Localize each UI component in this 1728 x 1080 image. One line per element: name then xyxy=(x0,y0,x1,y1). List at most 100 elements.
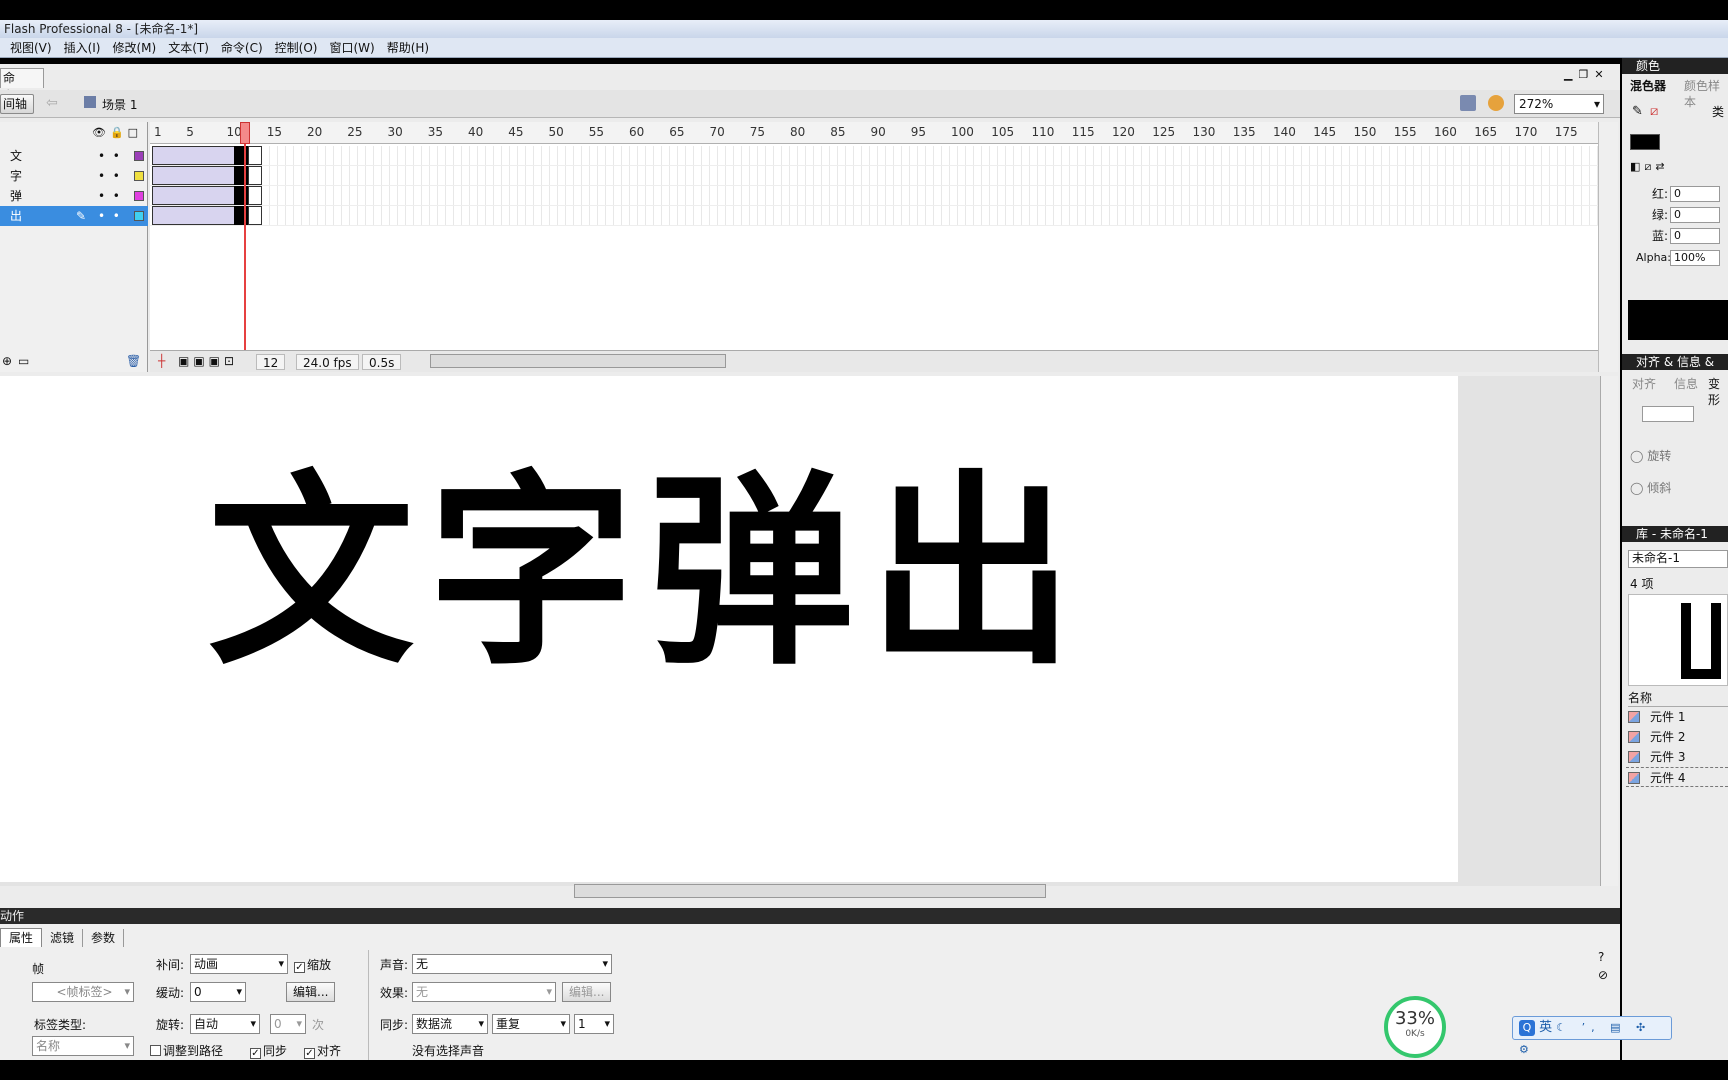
green-input[interactable]: 0 xyxy=(1670,207,1720,223)
menu-view[interactable]: 视图(V) xyxy=(4,38,58,58)
timeline-toggle-button[interactable]: 间轴 xyxy=(0,94,34,114)
scene-name[interactable]: 场景 1 xyxy=(102,96,137,113)
stage-text[interactable]: 文字弹出 xyxy=(208,470,1088,676)
center-frame-icon[interactable]: ┼ xyxy=(158,354,165,368)
eye-icon[interactable]: 👁 xyxy=(92,126,110,139)
layer-row[interactable]: 文 • • xyxy=(0,146,148,166)
swap-colors-icon[interactable]: ◧⧄⇄ xyxy=(1630,160,1669,174)
ruler-tick-label: 95 xyxy=(910,125,926,139)
effect-select[interactable]: 无 xyxy=(412,982,556,1002)
library-column-header[interactable]: 名称 xyxy=(1628,690,1728,707)
stage-hscrollbar[interactable] xyxy=(574,884,1046,898)
ime-toolbar[interactable]: Q 英 ☾ ’, ▤ ✣ ⚙ xyxy=(1512,1016,1672,1056)
library-doc-select[interactable]: 未命名-1 xyxy=(1628,550,1728,568)
repeat-select[interactable]: 重复 xyxy=(492,1014,570,1034)
no-color-icon[interactable]: ⧄ xyxy=(1650,104,1658,119)
menu-text[interactable]: 文本(T) xyxy=(162,38,215,58)
delete-layer-icon[interactable]: 🗑 xyxy=(126,354,141,368)
width-input[interactable] xyxy=(1642,406,1694,422)
frame-ruler[interactable]: 1 5 10 15 20 25 30 35 40 45 50 55 60 65 70 75 80 85 90 95 10… xyxy=(150,122,1598,144)
red-input[interactable]: 0 xyxy=(1670,186,1720,202)
sound-select[interactable]: 无 xyxy=(412,954,612,974)
snap-checkbox[interactable]: ✓ 对齐 xyxy=(304,1042,341,1059)
tab-align[interactable]: 对齐 xyxy=(1632,376,1656,392)
timeline-status-bar: ┼ ▣▣▣⊡ 12 24.0 fps 0.5s xyxy=(150,350,1598,372)
zoom-select[interactable]: 272% ▾ xyxy=(1514,94,1604,114)
edit-symbol-icon[interactable] xyxy=(1488,95,1504,111)
actions-panel-header[interactable]: 动作 xyxy=(0,908,1620,924)
layer-row[interactable]: 弹 • • xyxy=(0,186,148,206)
playhead[interactable] xyxy=(244,122,246,350)
ime-language[interactable]: 英 xyxy=(1539,1020,1552,1035)
menu-help[interactable]: 帮助(H) xyxy=(381,38,435,58)
tab-info[interactable]: 信息 xyxy=(1674,376,1698,392)
rotate-select[interactable]: 自动 xyxy=(190,1014,260,1034)
tab-properties[interactable]: 属性 xyxy=(0,928,43,947)
minimize-icon[interactable]: ▁ xyxy=(1564,68,1578,81)
playhead-handle[interactable] xyxy=(240,122,250,144)
timeline-scrollbar[interactable] xyxy=(430,354,726,368)
frame-row[interactable] xyxy=(150,166,1598,186)
frame-row[interactable] xyxy=(150,146,1598,166)
blue-input[interactable]: 0 xyxy=(1670,228,1720,244)
repeat-count-input[interactable]: 1 xyxy=(574,1014,614,1034)
library-panel-header[interactable]: 库 - 未命名-1 xyxy=(1622,526,1728,542)
layer-color-swatch[interactable] xyxy=(134,171,144,181)
expand-icon[interactable]: ⊘ xyxy=(1598,968,1608,982)
label-type-select[interactable]: 名称 xyxy=(32,1036,134,1056)
library-item[interactable]: 元件 2 xyxy=(1626,727,1728,747)
layer-color-swatch[interactable] xyxy=(134,151,144,161)
library-item[interactable]: 元件 3 xyxy=(1626,747,1728,767)
scale-checkbox[interactable]: ✓ 缩放 xyxy=(294,956,331,973)
align-panel-header[interactable]: 对齐 & 信息 & xyxy=(1622,354,1728,370)
library-item[interactable]: 元件 1 xyxy=(1626,707,1728,727)
frame-grid[interactable] xyxy=(150,122,1598,350)
frame-row[interactable] xyxy=(150,206,1598,226)
red-label: 红: xyxy=(1652,187,1669,201)
orient-to-path-checkbox[interactable]: 调整到路径 xyxy=(150,1042,223,1059)
layer-row[interactable]: 字 • • xyxy=(0,166,148,186)
alpha-input[interactable]: 100% xyxy=(1670,250,1720,266)
menu-modify[interactable]: 修改(M) xyxy=(106,38,162,58)
close-icon[interactable]: ✕ xyxy=(1594,68,1609,81)
lock-icon[interactable]: 🔒 xyxy=(110,126,128,139)
tab-filters[interactable]: 滤镜 xyxy=(42,929,84,947)
sync-mode-select[interactable]: 数据流 xyxy=(412,1014,488,1034)
help-icon[interactable]: ? xyxy=(1598,950,1604,964)
rotate-radio[interactable]: ◯ 旋转 xyxy=(1630,448,1671,464)
sync-checkbox[interactable]: ✓ 同步 xyxy=(250,1042,287,1059)
tab-parameters[interactable]: 参数 xyxy=(83,929,125,947)
edit-scene-icon[interactable] xyxy=(1460,95,1476,111)
edit-effect-button[interactable]: 编辑... xyxy=(562,982,612,1002)
stage-vscrollbar[interactable] xyxy=(1600,376,1618,886)
menu-control[interactable]: 控制(O) xyxy=(269,38,324,58)
outline-icon[interactable]: □ xyxy=(128,126,142,139)
timeline-vscrollbar[interactable] xyxy=(1598,122,1618,372)
library-item[interactable]: 元件 4 xyxy=(1626,767,1728,787)
add-layer-icon[interactable]: ⊕ xyxy=(2,354,12,368)
back-arrow-icon[interactable]: ⇦ xyxy=(46,95,58,111)
menu-insert[interactable]: 插入(I) xyxy=(58,38,107,58)
restore-icon[interactable]: ❐ xyxy=(1578,68,1594,81)
frame-label-input[interactable]: <帧标签> xyxy=(32,982,134,1002)
skew-radio[interactable]: ◯ 倾斜 xyxy=(1630,480,1671,496)
ruler-tick-label: 100 xyxy=(950,125,974,139)
rotate-times-input[interactable]: 0 xyxy=(270,1014,306,1034)
tween-select[interactable]: 动画 xyxy=(190,954,288,974)
onion-skin-icons[interactable]: ▣▣▣⊡ xyxy=(178,354,238,368)
color-panel-header[interactable]: 颜色 xyxy=(1622,58,1728,74)
layer-row-selected[interactable]: 出 ✎ • • xyxy=(0,206,148,226)
document-tab[interactable]: 命名-1* xyxy=(0,68,44,103)
tab-transform[interactable]: 变形 xyxy=(1708,376,1728,408)
layer-color-swatch[interactable] xyxy=(134,211,144,221)
ease-input[interactable]: 0 xyxy=(190,982,246,1002)
fill-color-swatch[interactable] xyxy=(1630,134,1660,150)
add-folder-icon[interactable]: ▭ xyxy=(18,354,29,368)
menu-window[interactable]: 窗口(W) xyxy=(323,38,380,58)
edit-ease-button[interactable]: 编辑... xyxy=(286,982,336,1002)
layer-color-swatch[interactable] xyxy=(134,191,144,201)
tab-color-mixer[interactable]: 混色器 xyxy=(1630,78,1666,94)
frame-row[interactable] xyxy=(150,186,1598,206)
menu-commands[interactable]: 命令(C) xyxy=(215,38,269,58)
stroke-color-icon[interactable]: ✎ xyxy=(1632,104,1643,119)
